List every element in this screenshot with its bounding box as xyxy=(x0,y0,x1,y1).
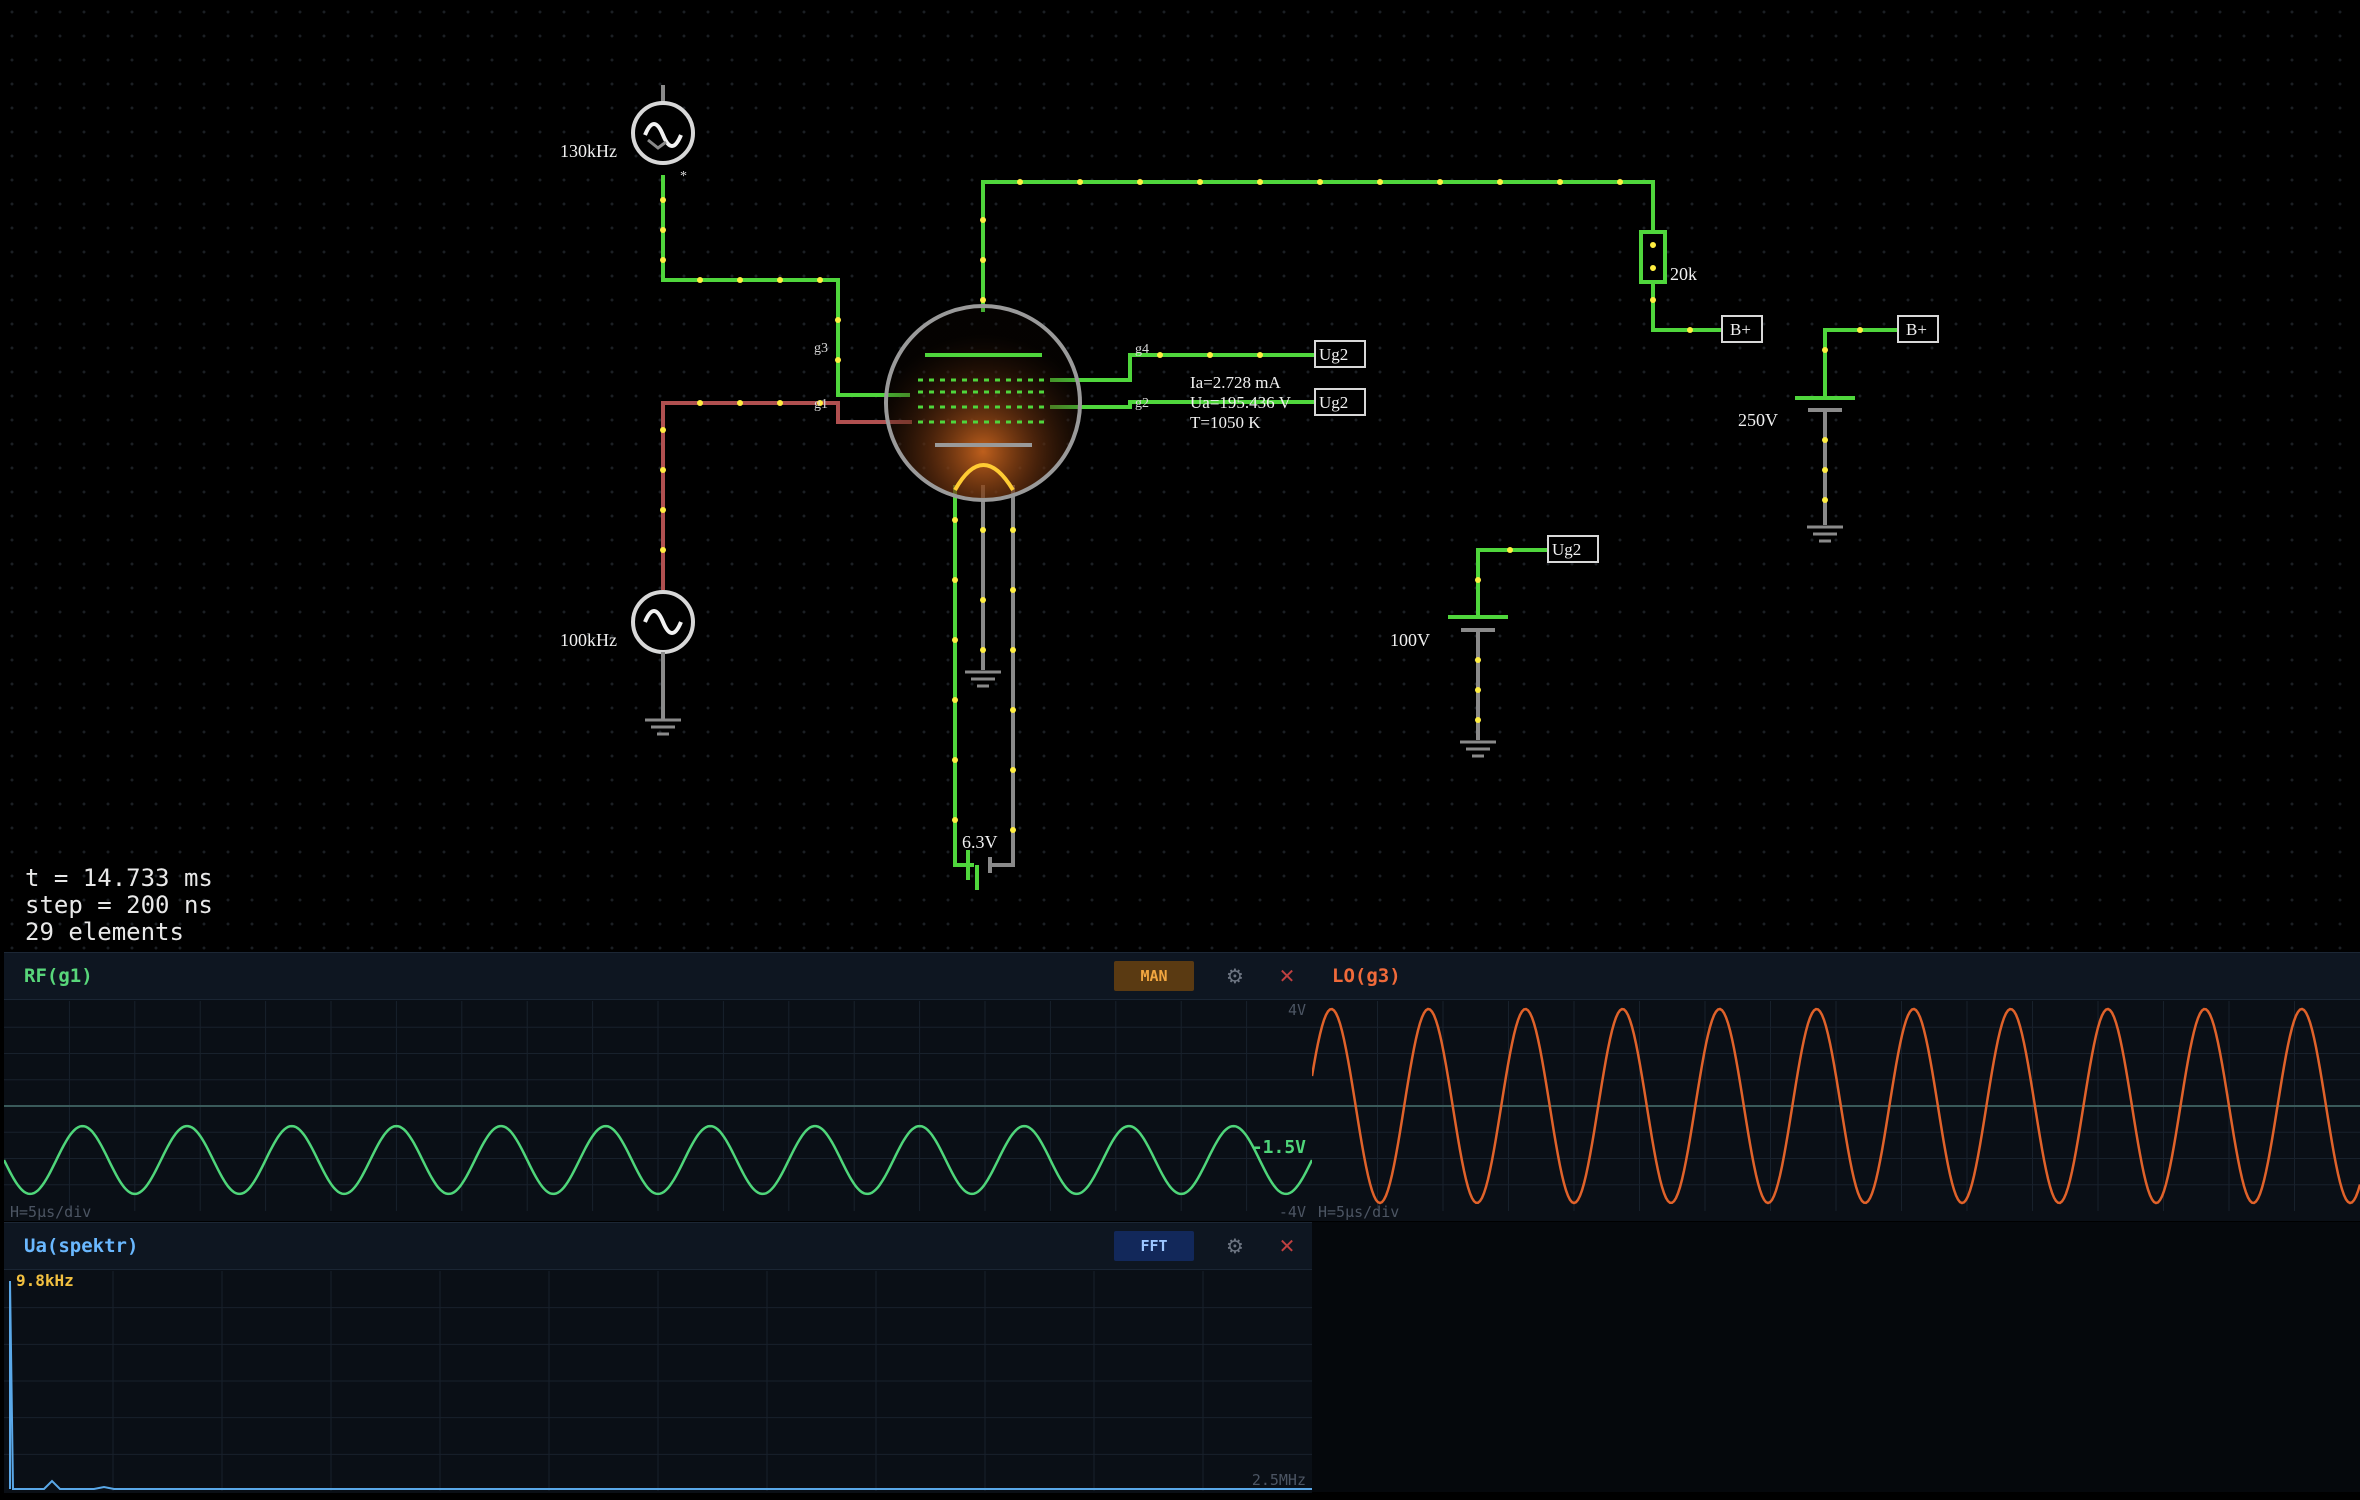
g1-label: g1 xyxy=(814,397,828,412)
spectrum-trace xyxy=(9,1280,1312,1490)
svg-text:Ug2: Ug2 xyxy=(1319,393,1348,412)
wire-resistor-bplus[interactable] xyxy=(1651,282,1722,332)
circuit-schematic[interactable]: * 130kHz 100kHz g3 g1 g4 g2 Ia=2.728 mA … xyxy=(0,0,2360,950)
node-label-bplus-1[interactable]: B+ xyxy=(1721,315,1763,343)
g4-label: g4 xyxy=(1135,342,1149,357)
peak-frequency-label: 9.8kHz xyxy=(16,1271,74,1290)
scope-header: LO(g3) xyxy=(1312,953,2360,1000)
empty-panel-area xyxy=(1312,1222,2360,1492)
close-icon[interactable]: ✕ xyxy=(1274,963,1300,989)
wires-active[interactable] xyxy=(661,175,1898,867)
lo-voltage-source[interactable]: * xyxy=(631,101,695,184)
wire-bat250-bplus[interactable] xyxy=(1823,328,1898,398)
wire-plate-top[interactable] xyxy=(981,180,1655,312)
scope-value-readout: -1.5V xyxy=(1251,1137,1306,1158)
wires-idle[interactable] xyxy=(661,85,1827,867)
svg-text:B+: B+ xyxy=(1730,320,1751,339)
scope-title: Ua(spektr) xyxy=(24,1235,139,1257)
wire-rf-to-g1[interactable] xyxy=(661,401,912,590)
simulation-info: t = 14.733 ms step = 200 ns 29 elements xyxy=(25,865,213,946)
vacuum-tube[interactable] xyxy=(884,304,1082,502)
svg-text:Ug2: Ug2 xyxy=(1319,345,1348,364)
gear-icon[interactable]: ⚙ xyxy=(1222,963,1248,989)
tube-current: Ia=2.728 mA xyxy=(1190,373,1282,392)
scope-panel-spectrum[interactable]: Ua(spektr) FFT ⚙ ✕ 9.8kHz 2.5MHz xyxy=(4,1222,1312,1493)
tube-temperature: T=1050 K xyxy=(1190,413,1261,432)
spectrum-plot[interactable] xyxy=(4,1271,1312,1491)
battery-100v-label: 100V xyxy=(1390,630,1430,650)
node-label-bplus-2[interactable]: B+ xyxy=(1897,315,1939,343)
sim-element-count: 29 elements xyxy=(25,918,184,946)
wire-bat100-ug2[interactable] xyxy=(1476,548,1548,617)
wire-heater-left[interactable] xyxy=(953,485,1000,867)
resistor-20k[interactable] xyxy=(1639,230,1667,284)
x-max-label: 2.5MHz xyxy=(1251,1471,1306,1489)
scope-mode-button[interactable]: MAN xyxy=(1114,961,1194,991)
svg-text:Ug2: Ug2 xyxy=(1552,540,1581,559)
fft-mode-button[interactable]: FFT xyxy=(1114,1231,1194,1261)
wire-lo-to-g3[interactable] xyxy=(661,175,910,397)
svg-text:*: * xyxy=(680,169,687,184)
rf-voltage-source[interactable] xyxy=(631,590,695,736)
node-label-ug2-1[interactable]: Ug2 xyxy=(1314,340,1366,368)
sim-step: step = 200 ns xyxy=(25,891,213,919)
scope-plot-rf[interactable] xyxy=(4,1001,1312,1211)
scope-header: RF(g1) MAN ⚙ ✕ xyxy=(4,953,1312,1000)
g2-label: g2 xyxy=(1135,396,1149,411)
y-min-label: -4V xyxy=(1278,1203,1306,1221)
battery-250v-label: 250V xyxy=(1738,410,1778,430)
resistor-value-label: 20k xyxy=(1670,264,1697,284)
scope-title: RF(g1) xyxy=(24,965,93,987)
close-icon[interactable]: ✕ xyxy=(1274,1233,1300,1259)
node-label-ug2-3[interactable]: Ug2 xyxy=(1547,535,1599,563)
scope-panel-rf[interactable]: RF(g1) MAN ⚙ ✕ 4V -4V H=5µs/div -1.5V xyxy=(4,952,1312,1221)
svg-text:B+: B+ xyxy=(1906,320,1927,339)
y-max-label: 4V xyxy=(1287,1001,1306,1019)
g3-label: g3 xyxy=(814,341,828,356)
node-label-ug2-2[interactable]: Ug2 xyxy=(1314,388,1366,416)
scope-title: LO(g3) xyxy=(1332,965,1401,987)
circuit-canvas[interactable]: * 130kHz 100kHz g3 g1 g4 g2 Ia=2.728 mA … xyxy=(0,0,2360,950)
heater-voltage-label: 6.3V xyxy=(962,832,998,852)
gear-icon[interactable]: ⚙ xyxy=(1222,1233,1248,1259)
sim-time: t = 14.733 ms xyxy=(25,864,213,892)
scope-plot-lo[interactable] xyxy=(1312,1001,2360,1211)
lo-freq-label: 130kHz xyxy=(560,141,617,161)
rf-freq-label: 100kHz xyxy=(560,630,617,650)
tube-voltage: Ua=195.436 V xyxy=(1190,393,1292,412)
scope-header: Ua(spektr) FFT ⚙ ✕ xyxy=(4,1223,1312,1270)
h-div-label: H=5µs/div xyxy=(10,1203,92,1221)
scope-panel-lo[interactable]: LO(g3) H=5µs/div xyxy=(1312,952,2360,1221)
h-div-label: H=5µs/div xyxy=(1318,1203,1400,1221)
cathode-ground[interactable] xyxy=(965,670,1001,688)
